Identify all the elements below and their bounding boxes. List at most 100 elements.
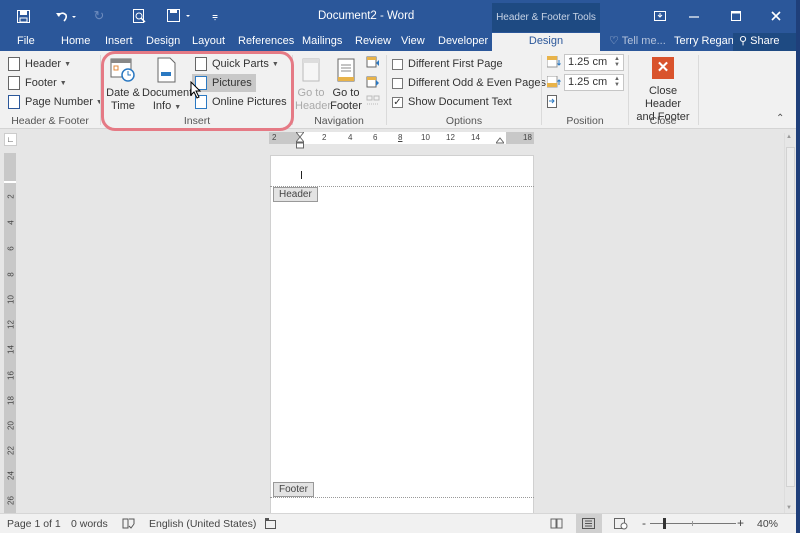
word-count[interactable]: 0 words — [71, 518, 108, 530]
group-label-options: Options — [445, 115, 483, 127]
go-to-header-button[interactable]: Go to Header — [295, 57, 332, 113]
footer-button[interactable]: Footer ▼ — [8, 74, 67, 92]
group-label-navigation: Navigation — [314, 115, 364, 127]
print-preview-icon[interactable] — [128, 6, 150, 26]
header-label: Header — [25, 58, 62, 70]
window-title: Document2 - Word — [318, 10, 415, 22]
spinner-arrows-icon[interactable]: ▲ ▼ — [614, 76, 620, 88]
different-first-page-checkbox[interactable]: Different First Page — [392, 55, 503, 73]
tab-developer[interactable]: Developer — [438, 33, 488, 51]
ruler-tick: 8 — [398, 133, 403, 142]
redo-icon[interactable]: ↻ — [88, 6, 110, 26]
vertical-scrollbar[interactable]: ▲ ▼ — [784, 133, 796, 513]
contextual-tab-group-label: Header & Footer Tools — [492, 3, 600, 32]
footer-icon — [8, 76, 20, 90]
proofing-icon[interactable] — [122, 518, 135, 529]
tab-mailings[interactable]: Mailings — [302, 33, 342, 51]
show-document-text-label: Show Document Text — [408, 96, 512, 108]
tab-layout[interactable]: Layout — [192, 33, 225, 51]
group-divider — [698, 55, 699, 125]
go-to-header-label-2: Header — [295, 100, 332, 112]
zoom-in-button[interactable]: + — [737, 516, 744, 530]
footer-tag: Footer — [273, 482, 314, 497]
checkbox-unchecked[interactable] — [392, 58, 403, 70]
horizontal-ruler[interactable]: 2 2 4 6 8 10 12 14 18 — [269, 132, 534, 149]
tab-insert[interactable]: Insert — [105, 33, 133, 51]
web-layout-icon[interactable] — [614, 518, 628, 530]
header-button[interactable]: Header ▼ — [8, 55, 71, 73]
user-account[interactable]: Terry Regan — [674, 33, 734, 51]
close-icon[interactable] — [756, 4, 796, 28]
checkbox-unchecked[interactable] — [392, 77, 403, 89]
ruler-tick: 4 — [6, 220, 16, 225]
minimize-icon[interactable] — [674, 4, 714, 28]
zoom-out-button[interactable]: - — [642, 516, 646, 530]
save-as-icon[interactable] — [164, 6, 194, 26]
go-to-footer-button[interactable]: Go to Footer — [329, 57, 363, 113]
link-to-previous-icon[interactable] — [366, 95, 380, 107]
go-to-footer-label-1: Go to — [332, 87, 360, 99]
checkbox-checked[interactable]: ✓ — [392, 96, 403, 108]
insert-alignment-tab-icon[interactable] — [547, 95, 559, 108]
footer-position-value: 1.25 cm — [568, 76, 608, 88]
close-header-footer-button[interactable]: ✕ Close Header and Footer — [630, 57, 696, 124]
ruler-tick: 12 — [6, 320, 16, 329]
read-mode-icon[interactable] — [550, 518, 563, 529]
window-border — [796, 0, 800, 533]
header-position-spinner[interactable]: 1.25 cm ▲ ▼ — [564, 54, 624, 71]
ruler-tick: 2 — [272, 133, 277, 142]
previous-section-icon[interactable] — [366, 56, 380, 68]
indent-marker-icon[interactable] — [296, 132, 304, 152]
scrollbar-thumb[interactable] — [786, 147, 795, 487]
tab-file[interactable]: File — [17, 33, 35, 51]
right-indent-marker-icon[interactable] — [496, 137, 504, 144]
page-number-button[interactable]: Page Number▼ — [8, 93, 103, 111]
tab-header-footer-design[interactable]: Design — [492, 33, 600, 51]
ruler-tick: 18 — [523, 133, 532, 142]
vertical-ruler[interactable]: 2 4 6 8 10 12 14 16 18 20 22 24 26 — [4, 153, 16, 513]
document-page[interactable] — [270, 155, 534, 515]
customize-qat-icon[interactable]: ⩦ — [204, 6, 226, 26]
share-button[interactable]: ⚲ Share — [733, 33, 796, 51]
ruler-tick: 6 — [6, 246, 16, 251]
ruler-tick: 16 — [6, 371, 16, 380]
next-section-icon[interactable] — [366, 76, 380, 88]
language[interactable]: English (United States) — [149, 518, 256, 530]
collapse-ribbon-icon[interactable]: ⌃ — [776, 113, 784, 124]
ruler-tick: 22 — [6, 446, 16, 455]
tell-me-search[interactable]: ♡ Tell me... — [609, 33, 666, 51]
undo-icon[interactable] — [52, 6, 80, 26]
ribbon-tab-bar: File Home Insert Design Layout Reference… — [0, 32, 800, 51]
tab-view[interactable]: View — [401, 33, 425, 51]
zoom-slider-thumb[interactable] — [663, 518, 666, 529]
print-layout-button[interactable] — [576, 514, 602, 533]
macro-recording-icon[interactable] — [265, 518, 277, 529]
show-document-text-checkbox[interactable]: ✓ Show Document Text — [392, 93, 512, 111]
ruler-tick: 26 — [6, 496, 16, 505]
page-count[interactable]: Page 1 of 1 — [7, 518, 61, 530]
save-icon[interactable] — [12, 6, 34, 26]
go-to-footer-icon — [337, 58, 355, 82]
ruler-tick: 10 — [421, 133, 430, 142]
tab-review[interactable]: Review — [355, 33, 391, 51]
page-number-label: Page Number — [25, 96, 93, 108]
ruler-tick: 10 — [6, 295, 16, 304]
tab-references[interactable]: References — [238, 33, 294, 51]
maximize-icon[interactable] — [716, 4, 756, 28]
go-to-footer-label-2: Footer — [330, 100, 362, 112]
tab-design[interactable]: Design — [146, 33, 180, 51]
ruler-tick: 18 — [6, 396, 16, 405]
footer-position-spinner[interactable]: 1.25 cm ▲ ▼ — [564, 74, 624, 91]
header-tag: Header — [273, 187, 318, 202]
tab-selector[interactable]: ∟ — [4, 133, 17, 146]
zoom-level[interactable]: 40% — [757, 518, 778, 530]
header-from-top-icon — [547, 56, 561, 68]
ruler-tick: 14 — [471, 133, 480, 142]
tab-home[interactable]: Home — [61, 33, 90, 51]
ruler-tick: 24 — [6, 471, 16, 480]
scroll-down-icon[interactable]: ▼ — [786, 505, 792, 511]
different-odd-even-checkbox[interactable]: Different Odd & Even Pages — [392, 74, 546, 92]
spinner-arrows-icon[interactable]: ▲ ▼ — [614, 56, 620, 68]
scroll-up-icon[interactable]: ▲ — [786, 134, 792, 140]
ruler-tick: 14 — [6, 345, 16, 354]
